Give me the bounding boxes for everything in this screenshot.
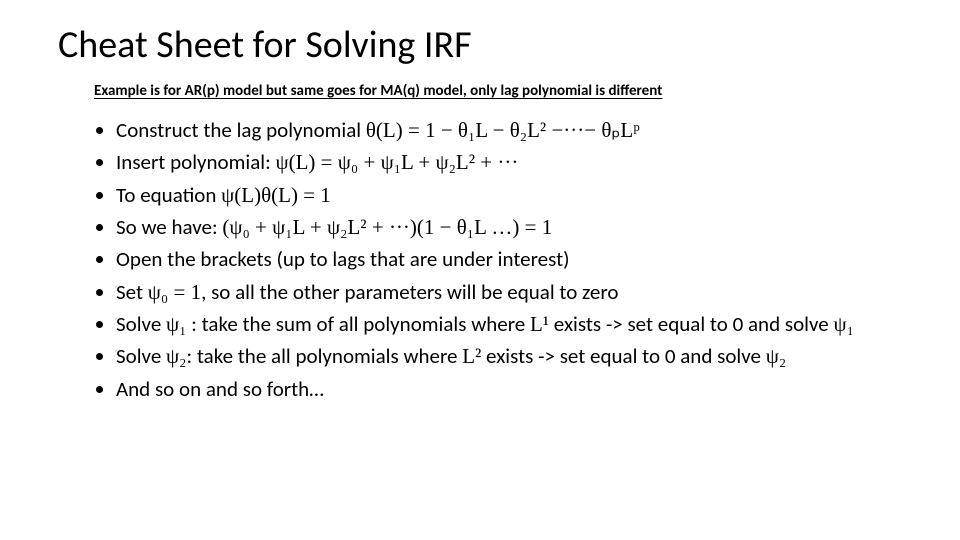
text: Open the brackets (up to lags that are u… (116, 246, 569, 272)
text: : take the all polynomials where (187, 343, 463, 369)
math: ψ₂ (766, 344, 786, 368)
page-title: Cheat Sheet for Solving IRF (58, 22, 910, 68)
text: Construct the lag polynomial (116, 117, 366, 143)
math: ψ₂ (166, 344, 186, 368)
math: L² (462, 344, 481, 368)
text: Solve (116, 343, 166, 369)
math: θ(L) = 1 − θ₁L − θ₂L² −···− θₚLᵖ (366, 118, 640, 142)
bullet-list: Construct the lag polynomial θ(L) = 1 − … (86, 116, 910, 403)
list-item: So we have: (ψ₀ + ψ₁L + ψ₂L² + ···)(1 − … (116, 213, 910, 241)
text: And so on and so forth… (116, 376, 324, 402)
text: So we have: (116, 214, 222, 240)
text: : take the sum of all polynomials where (187, 311, 530, 337)
list-item: And so on and so forth… (116, 375, 910, 403)
math: ψ₁ (833, 312, 853, 336)
list-item: Solve ψ₁ : take the sum of all polynomia… (116, 310, 910, 338)
list-item: Set ψ₀ = 1, so all the other parameters … (116, 278, 910, 306)
list-item: Construct the lag polynomial θ(L) = 1 − … (116, 116, 910, 144)
text: Insert polynomial: (116, 149, 275, 175)
math: ψ₁ (166, 312, 186, 336)
list-item: Insert polynomial: ψ(L) = ψ₀ + ψ₁L + ψ₂L… (116, 148, 910, 176)
list-item: Solve ψ₂: take the all polynomials where… (116, 342, 910, 370)
math: ψ₀ = 1 (148, 280, 201, 304)
list-item: Open the brackets (up to lags that are u… (116, 245, 910, 273)
math: ψ(L) = ψ₀ + ψ₁L + ψ₂L² + ··· (275, 150, 518, 174)
math: ψ(L)θ(L) = 1 (221, 183, 331, 207)
text: , so all the other parameters will be eq… (201, 279, 618, 305)
text: exists -> set equal to 0 and solve (549, 311, 833, 337)
math: (ψ₀ + ψ₁L + ψ₂L² + ···)(1 − θ₁L …) = 1 (222, 215, 552, 239)
slide: Cheat Sheet for Solving IRF Example is f… (0, 0, 960, 540)
list-item: To equation ψ(L)θ(L) = 1 (116, 181, 910, 209)
math: L¹ (530, 312, 549, 336)
text: To equation (116, 182, 221, 208)
text: Set (116, 279, 148, 305)
text: exists -> set equal to 0 and solve (481, 343, 765, 369)
subtitle: Example is for AR(p) model but same goes… (94, 82, 910, 100)
text: Solve (116, 311, 166, 337)
